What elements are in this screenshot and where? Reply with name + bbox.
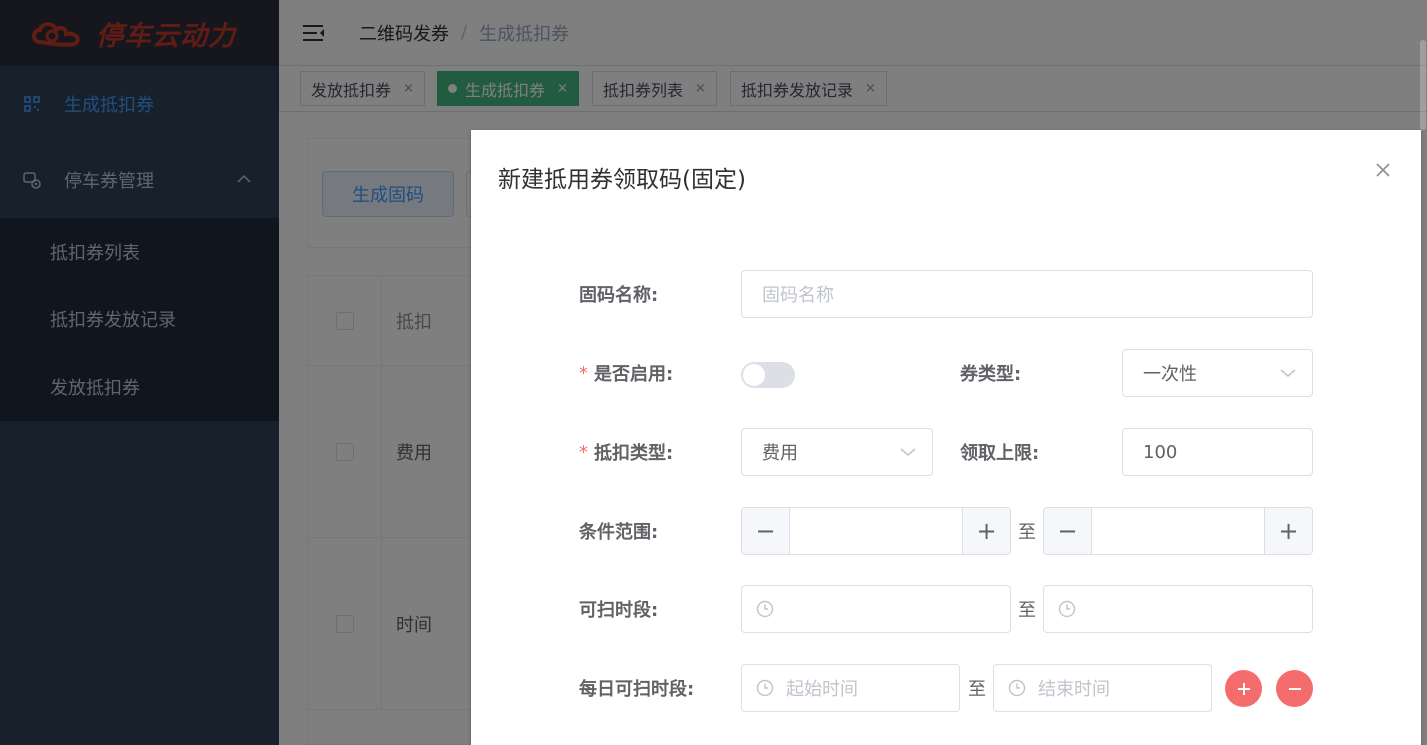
placeholder: 起始时间 — [786, 679, 858, 700]
chevron-down-icon — [1280, 369, 1296, 378]
name-label: 固码名称: — [579, 285, 659, 306]
close-icon[interactable] — [1373, 160, 1393, 180]
scan-end-datetime[interactable] — [1043, 585, 1313, 633]
decrease-button[interactable]: − — [1044, 508, 1092, 554]
clock-icon — [756, 679, 774, 697]
placeholder: 结束时间 — [1038, 679, 1110, 700]
enabled-switch[interactable] — [741, 362, 795, 388]
deduct-type-select[interactable]: 费用 — [741, 428, 933, 476]
scrollbar[interactable] — [1419, 0, 1427, 130]
increase-button[interactable]: + — [962, 508, 1010, 554]
select-value: 一次性 — [1143, 364, 1197, 385]
scan-start-datetime[interactable] — [741, 585, 1011, 633]
daily-end-time[interactable]: 结束时间 — [993, 664, 1212, 712]
plus-icon — [1237, 682, 1250, 695]
increase-button[interactable]: + — [1264, 508, 1312, 554]
deduct-type-label: * 抵扣类型: — [579, 428, 673, 476]
required-mark: * — [579, 441, 588, 463]
condition-min-stepper[interactable]: − + — [741, 507, 1011, 555]
switch-knob — [743, 364, 765, 386]
enabled-label: * 是否启用: — [579, 349, 673, 397]
decrease-button[interactable]: − — [742, 508, 790, 554]
clock-icon — [1008, 679, 1026, 697]
condition-max-stepper[interactable]: − + — [1043, 507, 1313, 555]
chevron-down-icon — [900, 448, 916, 457]
clock-icon — [1058, 600, 1076, 618]
select-value: 费用 — [762, 443, 798, 464]
remove-period-button[interactable] — [1276, 670, 1313, 707]
condition-range-label: 条件范围: — [579, 522, 659, 543]
minus-icon — [1288, 687, 1301, 690]
range-to-text: 至 — [968, 679, 986, 700]
daily-start-time[interactable]: 起始时间 — [741, 664, 960, 712]
range-to-text: 至 — [1018, 600, 1036, 621]
create-code-dialog: 新建抵用券领取码(固定) 固码名称: 固码名称 * 是否启用: 券类型: 一次性… — [471, 130, 1421, 745]
dialog-title: 新建抵用券领取码(固定) — [498, 167, 746, 193]
deduct-type-label-text: 抵扣类型: — [594, 443, 674, 464]
claim-limit-label: 领取上限: — [960, 443, 1040, 464]
coupon-type-select[interactable]: 一次性 — [1122, 349, 1313, 397]
placeholder: 固码名称 — [762, 285, 834, 306]
coupon-type-label: 券类型: — [960, 364, 1022, 385]
daily-scan-period-label: 每日可扫时段: — [579, 679, 695, 700]
required-mark: * — [579, 362, 588, 384]
enabled-label-text: 是否启用: — [594, 364, 674, 385]
claim-limit-input[interactable]: 100 — [1122, 428, 1313, 476]
add-period-button[interactable] — [1225, 670, 1262, 707]
code-name-input[interactable]: 固码名称 — [741, 270, 1313, 318]
scan-period-label: 可扫时段: — [579, 600, 659, 621]
input-value: 100 — [1143, 441, 1178, 463]
clock-icon — [756, 600, 774, 618]
range-to-text: 至 — [1018, 522, 1036, 543]
